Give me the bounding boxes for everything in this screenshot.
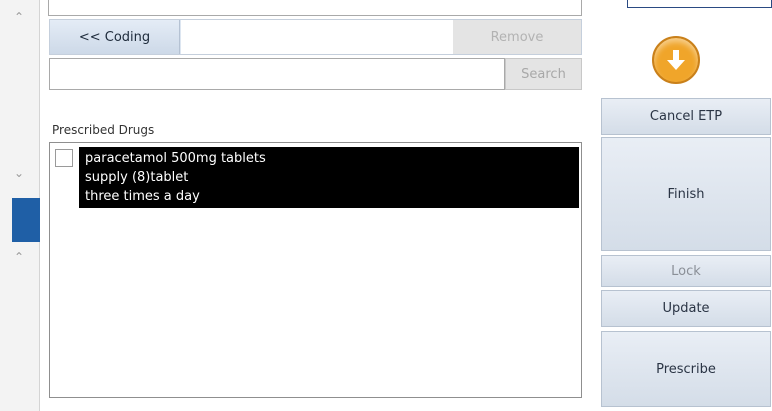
drug-dosage: three times a day — [85, 189, 200, 204]
scrollbar[interactable]: ⌃ ⌄ ⌃ — [0, 0, 40, 411]
scrollbar-thumb[interactable] — [12, 198, 40, 242]
coding-button[interactable]: << Coding — [50, 20, 180, 54]
search-input[interactable] — [49, 58, 505, 90]
lock-button[interactable]: Lock — [601, 255, 771, 287]
top-right-panel — [627, 0, 772, 8]
arrow-down-glyph — [667, 50, 685, 70]
drug-checkbox[interactable] — [55, 149, 73, 167]
chevron-up-icon[interactable]: ⌃ — [11, 10, 27, 24]
update-button[interactable]: Update — [601, 290, 771, 327]
cancel-etp-button[interactable]: Cancel ETP — [601, 98, 771, 135]
coding-toolbar: << Coding Remove — [49, 19, 582, 55]
finish-button[interactable]: Finish — [601, 137, 771, 251]
remove-button[interactable]: Remove — [453, 20, 581, 54]
prescribed-drugs-list[interactable]: paracetamol 500mg tablets supply (8)tabl… — [49, 142, 582, 398]
notes-textbox[interactable] — [48, 0, 582, 16]
chevron-up-icon[interactable]: ⌃ — [11, 250, 27, 264]
prescribe-button[interactable]: Prescribe — [601, 331, 771, 407]
chevron-down-icon[interactable]: ⌄ — [11, 166, 27, 180]
list-item[interactable]: paracetamol 500mg tablets supply (8)tabl… — [79, 147, 579, 208]
drug-name: paracetamol 500mg tablets — [85, 151, 266, 166]
arrow-down-circle-icon[interactable] — [652, 36, 700, 84]
drug-supply: supply (8)tablet — [85, 170, 189, 185]
prescribed-drugs-label: Prescribed Drugs — [52, 123, 155, 137]
search-button[interactable]: Search — [505, 58, 582, 90]
